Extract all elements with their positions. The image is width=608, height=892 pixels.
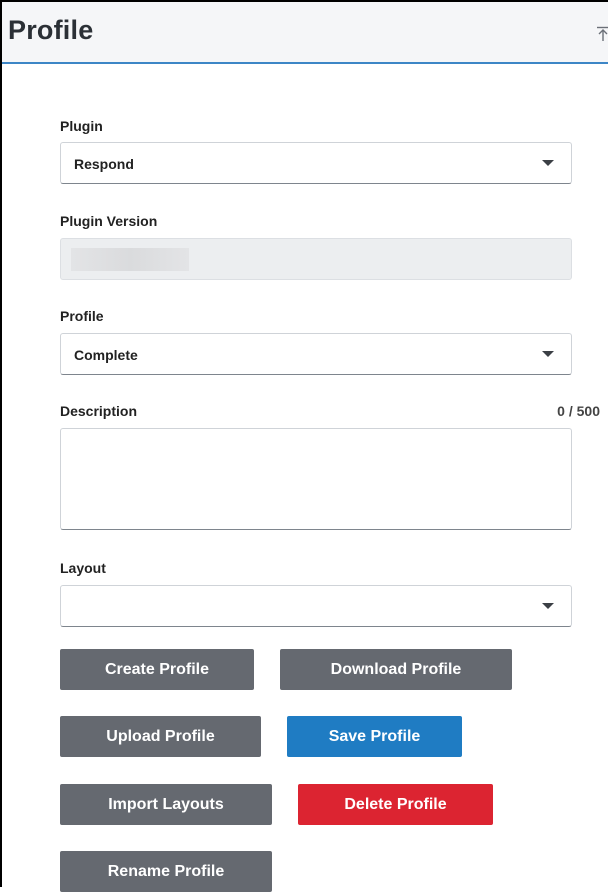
- plugin-label: Plugin: [60, 118, 103, 134]
- chevron-down-icon: [542, 160, 554, 166]
- rename-profile-button[interactable]: Rename Profile: [60, 851, 272, 892]
- description-char-counter: 0 / 500: [557, 403, 600, 419]
- download-profile-button[interactable]: Download Profile: [280, 649, 512, 690]
- panel-header: Profile: [2, 2, 608, 64]
- delete-profile-button[interactable]: Delete Profile: [298, 784, 493, 825]
- layout-select[interactable]: [60, 585, 572, 627]
- description-label: Description: [60, 403, 138, 419]
- plugin-version-field: [60, 238, 572, 280]
- profile-select[interactable]: Complete: [60, 333, 572, 375]
- plugin-select[interactable]: Respond: [60, 142, 572, 184]
- plugin-version-label: Plugin Version: [60, 213, 158, 229]
- plugin-select-value: Respond: [74, 156, 134, 172]
- chevron-down-icon: [542, 351, 554, 357]
- chevron-down-icon: [542, 603, 554, 609]
- import-layouts-button[interactable]: Import Layouts: [60, 784, 272, 825]
- profile-select-value: Complete: [74, 347, 138, 363]
- page-title: Profile: [8, 15, 94, 45]
- save-profile-button[interactable]: Save Profile: [287, 716, 462, 757]
- profile-label: Profile: [60, 308, 104, 324]
- profile-panel: Profile Plugin Respond Plugin Version Pr…: [0, 0, 608, 892]
- redacted-value: [71, 248, 189, 271]
- create-profile-button[interactable]: Create Profile: [60, 649, 254, 690]
- collapse-up-icon[interactable]: [596, 26, 608, 42]
- layout-label: Layout: [60, 560, 106, 576]
- description-textarea[interactable]: [60, 428, 572, 530]
- upload-profile-button[interactable]: Upload Profile: [60, 716, 261, 757]
